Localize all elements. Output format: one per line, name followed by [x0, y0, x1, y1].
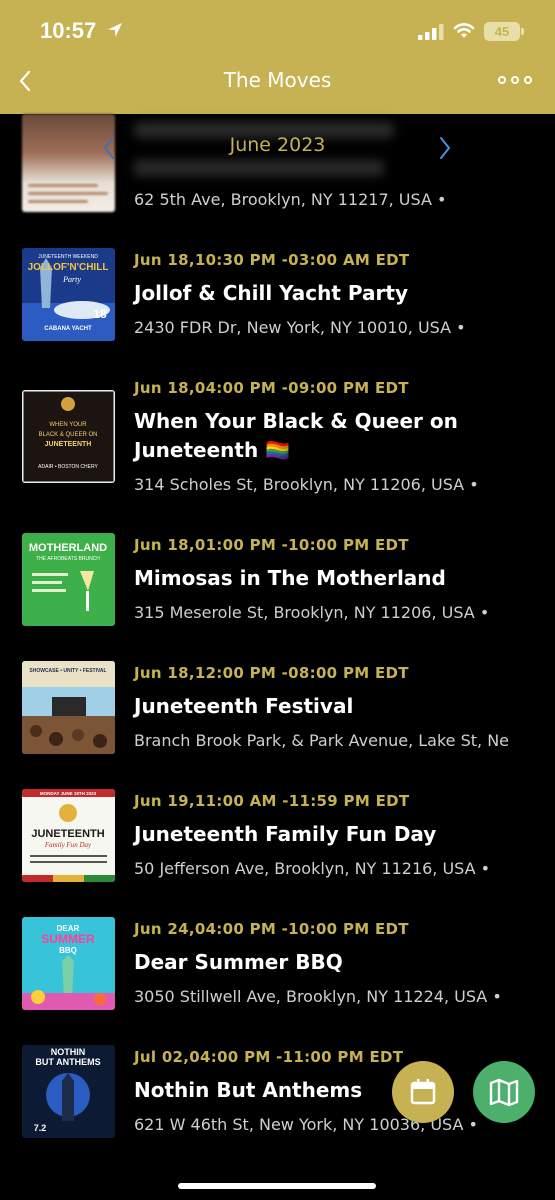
thumb-text: JOLLOF'N'CHILL — [28, 262, 109, 273]
page-title: The Moves — [223, 68, 332, 92]
event-thumbnail-partial[interactable] — [22, 114, 115, 212]
event-thumbnail: SHOWCASE • UNITY • FESTIVAL — [22, 661, 115, 754]
map-button[interactable] — [473, 1061, 535, 1123]
event-address: 2430 FDR Dr, New York, NY 10010, USA • — [134, 318, 466, 337]
event-date: Jul 02,04:00 PM -11:00 PM EDT — [134, 1048, 404, 1066]
event-title: When Your Black & Queer on Juneteenth 🏳️… — [134, 409, 458, 462]
more-dot — [511, 76, 519, 84]
thumb-text: JUNETEENTH — [45, 441, 92, 448]
thumb-line — [28, 192, 108, 195]
event-thumbnail: NOTHIN BUT ANTHEMS 7.2 — [22, 1045, 115, 1138]
thumb-text: Family Fun Day — [44, 841, 92, 849]
event-address: Branch Brook Park, & Park Avenue, Lake S… — [134, 731, 510, 750]
thumb-text: THE AFROBEATS BRUNCH — [36, 556, 100, 562]
thumb-text: BBQ — [59, 946, 77, 955]
month-label: June 2023 — [229, 134, 326, 156]
thumb-text: JUNETEENTH WEEKEND — [38, 254, 98, 260]
home-indicator — [178, 1183, 376, 1189]
event-title: Dear Summer BBQ — [134, 950, 343, 974]
event-date: Jun 24,04:00 PM -10:00 PM EDT — [134, 920, 409, 938]
event-title: Jollof & Chill Yacht Party — [134, 281, 408, 305]
wifi-icon — [453, 23, 475, 38]
event-address: 50 Jefferson Ave, Brooklyn, NY 11216, US… — [134, 859, 491, 878]
event-date: Jun 19,11:00 AM -11:59 PM EDT — [134, 792, 410, 810]
thumb-text: SUMMER — [41, 932, 95, 946]
event-thumbnail: MONDAY JUNE 19TH 2023 JUNETEENTH Family … — [22, 789, 115, 882]
event-address: 315 Meserole St, Brooklyn, NY 11206, USA… — [134, 603, 490, 622]
chevron-right-icon[interactable] — [436, 135, 454, 161]
event-thumbnail: DEAR SUMMER BBQ — [22, 917, 115, 1010]
more-dot — [524, 76, 532, 84]
thumb-text: MOTHERLAND — [29, 542, 107, 554]
more-dot — [498, 76, 506, 84]
thumb-text: MONDAY JUNE 19TH 2023 — [40, 791, 97, 796]
calendar-button[interactable] — [392, 1061, 454, 1123]
location-arrow-icon — [108, 23, 122, 37]
cellular-signal-icon — [418, 24, 444, 40]
thumb-text: NOTHIN — [51, 1047, 86, 1057]
event-date: Jun 18,10:30 PM -03:00 AM EDT — [134, 251, 410, 269]
battery-indicator: 45 — [484, 22, 520, 41]
thumb-text: BUT ANTHEMS — [35, 1057, 100, 1067]
thumb-text: 18 — [93, 307, 107, 321]
thumb-text: SHOWCASE • UNITY • FESTIVAL — [29, 668, 106, 674]
thumb-line — [28, 200, 88, 203]
more-dots-icon[interactable] — [498, 72, 532, 88]
chevron-left-icon[interactable] — [100, 135, 118, 161]
event-thumbnail: JUNETEENTH WEEKEND JOLLOF'N'CHILL Party … — [22, 248, 115, 341]
thumb-text: ADAIR • BOSTON CHERY — [38, 464, 98, 470]
event-date: Jun 18,01:00 PM -10:00 PM EDT — [134, 536, 409, 554]
event-date: Jun 18,04:00 PM -09:00 PM EDT — [134, 379, 409, 397]
event-thumbnail: WHEN YOUR BLACK & QUEER ON JUNETEENTH AD… — [22, 390, 115, 483]
event-date: Jun 18,12:00 PM -08:00 PM EDT — [134, 664, 409, 682]
event-address: 3050 Stillwell Ave, Brooklyn, NY 11224, … — [134, 987, 502, 1006]
thumb-text: WHEN YOUR — [49, 422, 87, 428]
status-time: 10:57 — [40, 18, 97, 43]
event-title: Mimosas in The Motherland — [134, 566, 446, 590]
thumb-text: 7.2 — [34, 1123, 47, 1133]
event-address: 621 W 46th St, New York, NY 10036, USA • — [134, 1115, 478, 1134]
event-address: 62 5th Ave, Brooklyn, NY 11217, USA • — [134, 190, 447, 209]
event-address: 314 Scholes St, Brooklyn, NY 11206, USA … — [134, 475, 479, 494]
battery-tip — [521, 28, 524, 35]
thumb-text: BLACK & QUEER ON — [38, 432, 97, 438]
event-thumbnail: MOTHERLAND THE AFROBEATS BRUNCH — [22, 533, 115, 626]
event-title: Juneteenth Festival — [134, 694, 354, 718]
map-icon — [489, 1078, 519, 1107]
thumb-text: CABANA YACHT — [44, 326, 92, 332]
thumb-line — [28, 184, 98, 187]
event-title: Juneteenth Family Fun Day — [134, 822, 437, 846]
thumb-text: Party — [62, 275, 81, 284]
thumb-text: JUNETEENTH — [31, 828, 104, 840]
calendar-icon — [410, 1079, 436, 1105]
blurred-text — [134, 160, 384, 176]
